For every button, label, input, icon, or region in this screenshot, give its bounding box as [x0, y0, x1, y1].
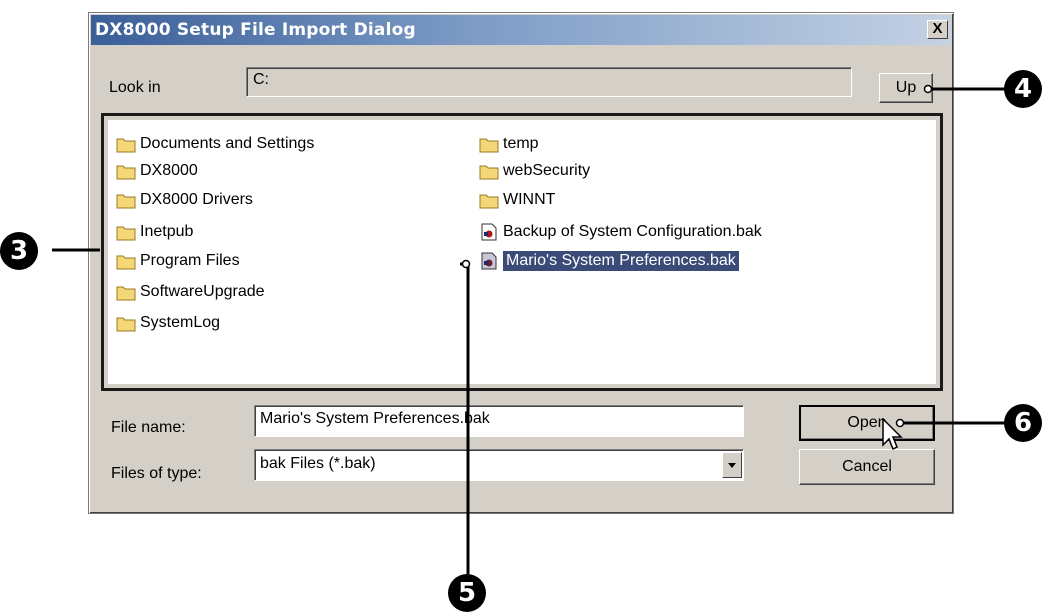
callout-marker-5: 5: [448, 574, 486, 612]
callout-marker-4: 4: [1004, 70, 1042, 108]
callout-marker-3: 3: [0, 232, 38, 270]
callout-dot-6: [895, 418, 905, 428]
callout-dot-4: [923, 84, 933, 94]
callout-marker-6: 6: [1004, 404, 1042, 442]
callout-dot-5: [461, 259, 471, 269]
callout-lines: [52, 84, 1006, 574]
